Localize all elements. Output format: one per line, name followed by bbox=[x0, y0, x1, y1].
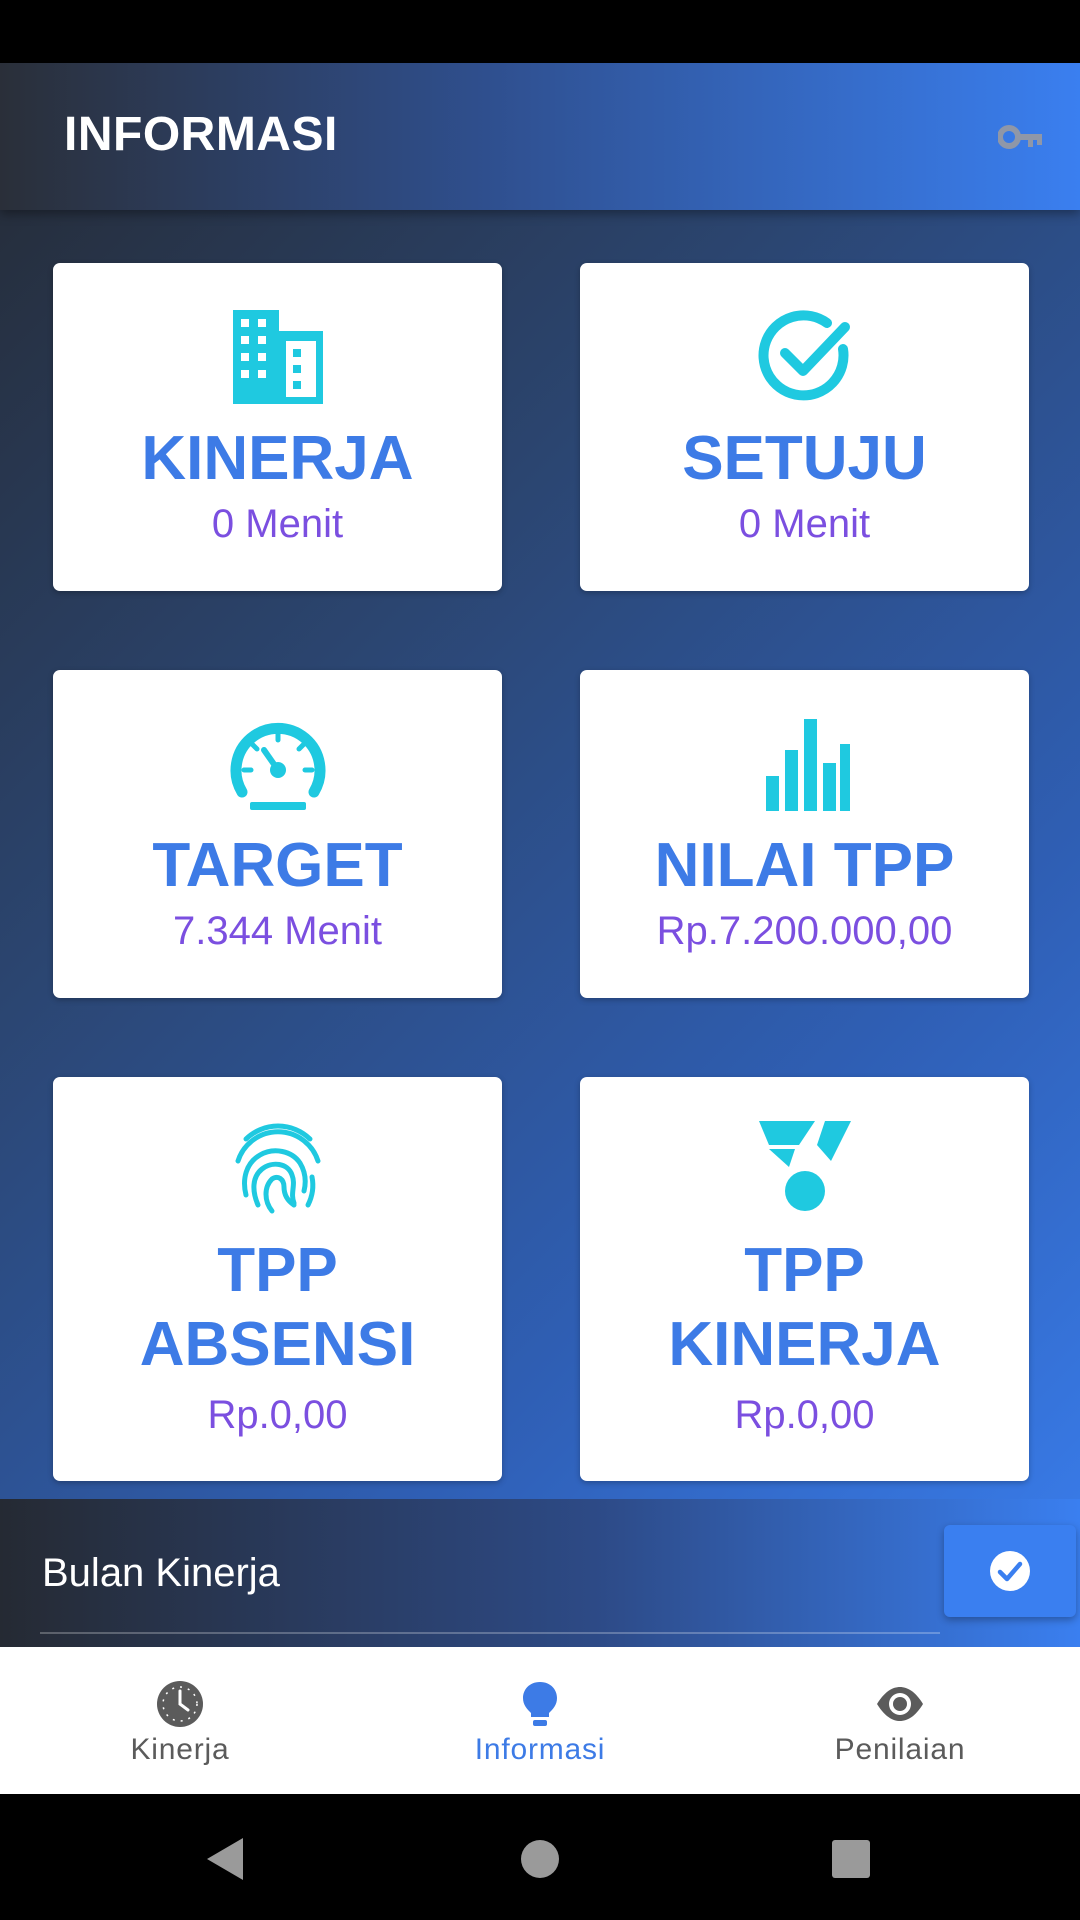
card-nilai-tpp[interactable]: NILAI TPP Rp.7.200.000,00 bbox=[580, 670, 1029, 998]
nav-label: Kinerja bbox=[130, 1733, 230, 1766]
card-value: 0 Menit bbox=[211, 502, 344, 546]
card-tpp-kinerja[interactable]: TPP KINERJA Rp.0,00 bbox=[580, 1077, 1029, 1481]
card-title-line1: TPP bbox=[744, 1236, 865, 1305]
card-kinerja[interactable]: KINERJA 0 Menit bbox=[53, 263, 502, 591]
bulan-kinerja-panel: Bulan Kinerja bbox=[0, 1499, 1080, 1647]
recents-icon[interactable] bbox=[831, 1839, 871, 1879]
system-navigation-bar bbox=[0, 1794, 1080, 1920]
card-title: KINERJA bbox=[141, 424, 414, 493]
card-value: 7.344 Menit bbox=[172, 909, 383, 953]
status-bar bbox=[0, 0, 1080, 63]
nav-label: Informasi bbox=[474, 1733, 606, 1766]
eye-icon bbox=[877, 1687, 923, 1721]
speedometer-icon bbox=[230, 722, 325, 810]
page-title: INFORMASI bbox=[64, 108, 338, 161]
clock-icon bbox=[157, 1681, 203, 1727]
card-title: NILAI TPP bbox=[654, 831, 955, 900]
bulan-kinerja-field[interactable]: Bulan Kinerja bbox=[42, 1551, 280, 1596]
card-setuju[interactable]: SETUJU 0 Menit bbox=[580, 263, 1029, 591]
key-icon[interactable] bbox=[998, 117, 1044, 157]
card-value: Rp.0,00 bbox=[207, 1393, 348, 1437]
card-title-line1: TPP bbox=[217, 1236, 338, 1305]
back-icon[interactable] bbox=[203, 1836, 245, 1882]
card-title: TARGET bbox=[152, 831, 403, 900]
confirm-button[interactable] bbox=[944, 1525, 1076, 1617]
card-title-line2: ABSENSI bbox=[139, 1310, 416, 1379]
card-tpp-absensi[interactable]: TPP ABSENSI Rp.0,00 bbox=[53, 1077, 502, 1481]
field-underline bbox=[40, 1632, 940, 1634]
card-title: SETUJU bbox=[682, 424, 927, 493]
main-screen: INFORMASI KINERJA 0 Menit SETUJU 0 Menit… bbox=[0, 63, 1080, 1647]
card-value: Rp.7.200.000,00 bbox=[656, 909, 953, 953]
lightbulb-icon bbox=[523, 1682, 557, 1726]
medal-icon bbox=[758, 1121, 851, 1211]
check-circle-icon bbox=[758, 310, 850, 401]
card-value: 0 Menit bbox=[738, 502, 871, 546]
card-title-line2: KINERJA bbox=[668, 1310, 941, 1379]
bottom-navigation: Kinerja Informasi Penilaian bbox=[0, 1647, 1080, 1794]
app-bar: INFORMASI bbox=[0, 63, 1080, 210]
card-value: Rp.0,00 bbox=[734, 1393, 875, 1437]
card-target[interactable]: TARGET 7.344 Menit bbox=[53, 670, 502, 998]
building-icon bbox=[232, 310, 323, 404]
check-circle-icon bbox=[990, 1551, 1030, 1591]
home-icon[interactable] bbox=[520, 1839, 560, 1879]
nav-item-penilaian[interactable]: Penilaian bbox=[720, 1647, 1080, 1794]
nav-item-informasi[interactable]: Informasi bbox=[360, 1647, 720, 1794]
nav-item-kinerja[interactable]: Kinerja bbox=[0, 1647, 360, 1794]
fingerprint-icon bbox=[235, 1123, 320, 1214]
bar-chart-icon bbox=[765, 719, 850, 811]
nav-label: Penilaian bbox=[834, 1733, 966, 1766]
